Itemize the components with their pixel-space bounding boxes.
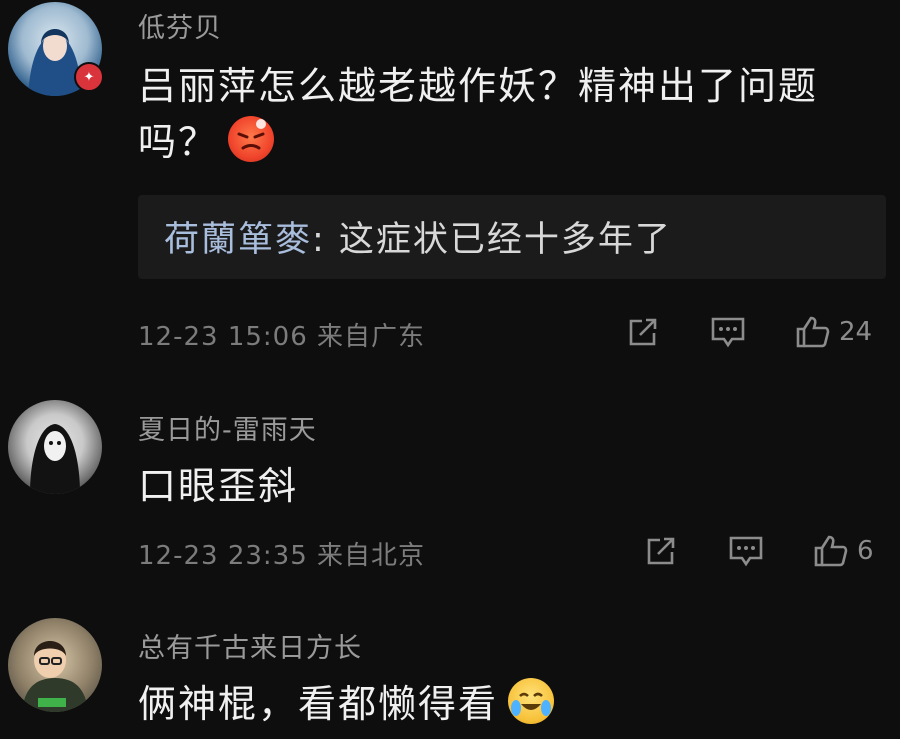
live-badge-icon: ✦ bbox=[74, 62, 104, 92]
location: 来自广东 bbox=[317, 322, 426, 352]
comment-icon bbox=[711, 317, 745, 348]
comment-item: ✦ 低芬贝 吕丽萍怎么越老越作妖？精神出了问题吗？ 荷蘭箪麥: 这症状已经十多年… bbox=[0, 0, 900, 380]
share-button[interactable] bbox=[644, 534, 678, 568]
like-count: 24 bbox=[839, 317, 873, 347]
comment-text: 吕丽萍怎么越老越作妖？精神出了问题吗？ bbox=[138, 58, 878, 170]
reply-preview[interactable]: 荷蘭箪麥: 这症状已经十多年了 bbox=[138, 195, 886, 279]
comment-icon bbox=[729, 536, 763, 567]
reply-username[interactable]: 荷蘭箪麥 bbox=[164, 220, 312, 260]
avatar[interactable] bbox=[8, 400, 102, 494]
username[interactable]: 总有千古来日方长 bbox=[138, 626, 362, 665]
share-button[interactable] bbox=[626, 315, 660, 349]
like-button[interactable]: 6 bbox=[813, 533, 874, 569]
thumbs-up-icon bbox=[814, 535, 848, 567]
comment-text-content: 俩神棍，看都懒得看 bbox=[138, 682, 499, 726]
comment-text: 俩神棍，看都懒得看 bbox=[138, 676, 878, 732]
comment-item: 夏日的-雷雨天 口眼歪斜 12-23 23:35 来自北京 6 bbox=[0, 395, 900, 600]
like-count: 6 bbox=[857, 536, 874, 566]
reply-text: : 这症状已经十多年了 bbox=[312, 220, 672, 260]
location: 来自北京 bbox=[317, 541, 426, 571]
username[interactable]: 夏日的-雷雨天 bbox=[138, 408, 317, 447]
like-button[interactable]: 24 bbox=[795, 314, 872, 350]
reply-button[interactable] bbox=[710, 315, 746, 349]
username[interactable]: 低芬贝 bbox=[138, 6, 222, 45]
crying-laughing-face-emoji-icon bbox=[508, 677, 555, 724]
comment-meta: 12-23 23:35 来自北京 bbox=[138, 535, 425, 572]
comment-meta: 12-23 15:06 来自广东 bbox=[138, 316, 425, 353]
reply-line: 荷蘭箪麥: 这症状已经十多年了 bbox=[164, 211, 672, 262]
timestamp: 12-23 23:35 bbox=[138, 541, 308, 571]
comment-text: 口眼歪斜 bbox=[138, 464, 299, 508]
comment-item: 总有千古来日方长 俩神棍，看都懒得看 bbox=[0, 610, 900, 738]
share-icon bbox=[647, 537, 675, 565]
angry-face-emoji-icon bbox=[228, 115, 275, 162]
share-icon bbox=[629, 318, 657, 346]
reply-button[interactable] bbox=[728, 534, 764, 568]
avatar[interactable] bbox=[8, 618, 102, 712]
thumbs-up-icon bbox=[796, 316, 830, 348]
timestamp: 12-23 15:06 bbox=[138, 322, 308, 352]
